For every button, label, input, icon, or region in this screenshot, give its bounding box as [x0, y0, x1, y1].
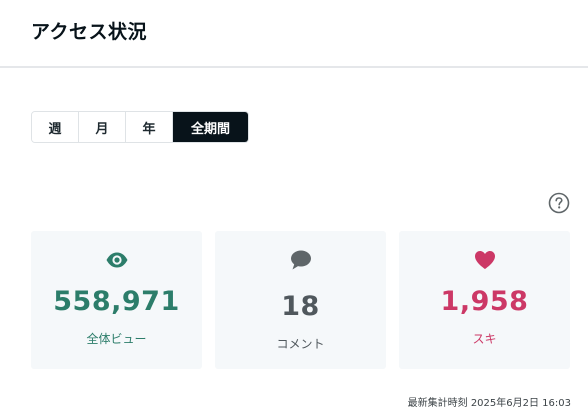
views-value: 558,971	[53, 286, 180, 317]
eye-icon	[105, 248, 129, 272]
views-card: 558,971 全体ビュー	[31, 231, 202, 369]
tab-year[interactable]: 年	[126, 112, 173, 142]
comments-label: コメント	[276, 337, 325, 351]
likes-label: スキ	[472, 332, 497, 346]
period-tabs: 週 月 年 全期間	[31, 111, 249, 143]
speech-bubble-icon	[289, 248, 313, 272]
page-title: アクセス状況	[31, 21, 148, 43]
tab-week[interactable]: 週	[32, 112, 79, 142]
last-updated-timestamp: 最新集計時刻 2025年6月2日 16:03	[407, 398, 571, 409]
stats-cards: 558,971 全体ビュー 18 コメント 1,958 スキ	[31, 231, 570, 369]
question-circle-icon[interactable]	[548, 192, 570, 214]
comments-card: 18 コメント	[215, 231, 386, 369]
tab-month[interactable]: 月	[79, 112, 126, 142]
comments-value: 18	[281, 291, 320, 322]
views-label: 全体ビュー	[86, 332, 147, 346]
tab-all-time[interactable]: 全期間	[173, 112, 248, 142]
heart-icon	[473, 248, 497, 272]
likes-value: 1,958	[440, 286, 529, 317]
likes-card: 1,958 スキ	[399, 231, 570, 369]
page-header: アクセス状況	[0, 0, 588, 68]
